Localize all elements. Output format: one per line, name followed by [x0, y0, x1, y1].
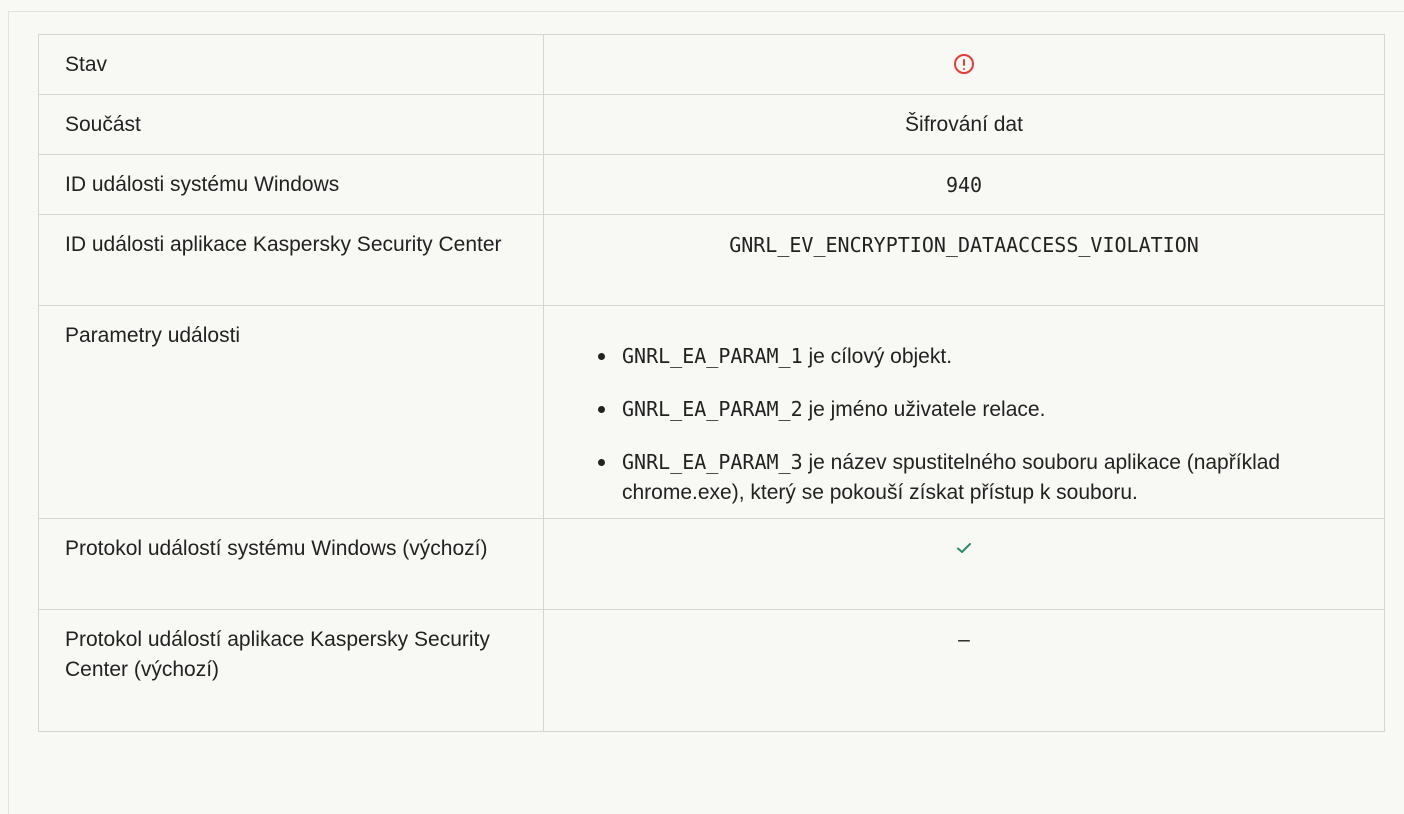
table-row-status: Stav — [38, 34, 1385, 95]
row-label: Stav — [38, 34, 544, 95]
row-label: Součást — [38, 94, 544, 155]
row-label: Protokol událostí aplikace Kaspersky Sec… — [38, 609, 544, 732]
row-label: ID události aplikace Kaspersky Security … — [38, 214, 544, 306]
param-description: je cílový objekt. — [802, 345, 953, 368]
row-value: 940 — [543, 154, 1385, 215]
table-row-windows-event-id: ID události systému Windows 940 — [38, 154, 1385, 215]
list-item: GNRL_EA_PARAM_3 je název spustitelného s… — [598, 447, 1374, 508]
list-item: GNRL_EA_PARAM_2 je jméno uživatele relac… — [598, 394, 1374, 425]
param-code: GNRL_EA_PARAM_1 — [622, 344, 803, 368]
table-row-ksc-event-id: ID události aplikace Kaspersky Security … — [38, 214, 1385, 306]
row-value: – — [958, 628, 970, 651]
list-item: GNRL_EA_PARAM_1 je cílový objekt. — [598, 341, 1374, 372]
row-value: GNRL_EV_ENCRYPTION_DATAACCESS_VIOLATION — [543, 214, 1385, 306]
table-row-ksc-log: Protokol událostí aplikace Kaspersky Sec… — [38, 609, 1385, 732]
bullet-icon — [598, 459, 605, 466]
bullet-icon — [598, 406, 605, 413]
table-row-windows-log: Protokol událostí systému Windows (výcho… — [38, 518, 1385, 610]
parameter-list: GNRL_EA_PARAM_1 je cílový objekt. GNRL_E… — [554, 341, 1374, 508]
table-row-component: Součást Šifrování dat — [38, 94, 1385, 155]
bullet-icon — [598, 353, 605, 360]
checkmark-icon — [957, 543, 971, 553]
row-value: Šifrování dat — [543, 94, 1385, 155]
row-label: ID události systému Windows — [38, 154, 544, 215]
error-circle-icon — [954, 54, 974, 74]
row-label: Protokol událostí systému Windows (výcho… — [38, 518, 544, 610]
event-details-table: Stav Součást Šifrování dat ID události s… — [38, 34, 1385, 732]
table-row-event-parameters: Parametry události GNRL_EA_PARAM_1 je cí… — [38, 305, 1385, 519]
param-code: GNRL_EA_PARAM_3 — [622, 450, 803, 474]
row-label: Parametry události — [38, 305, 544, 519]
param-description: je jméno uživatele relace. — [802, 398, 1046, 421]
param-code: GNRL_EA_PARAM_2 — [622, 397, 803, 421]
